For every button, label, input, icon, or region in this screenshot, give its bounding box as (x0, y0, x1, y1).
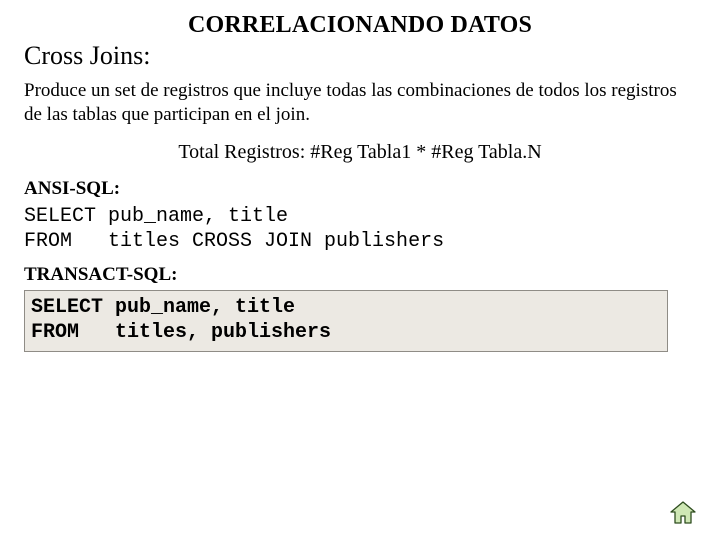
ansi-sql-code: SELECT pub_name, title FROM titles CROSS… (24, 204, 698, 254)
total-records-formula: Total Registros: #Reg Tabla1 * #Reg Tabl… (22, 141, 698, 164)
description-text: Produce un set de registros que incluye … (24, 79, 688, 127)
slide: CORRELACIONANDO DATOS Cross Joins: Produ… (0, 0, 720, 540)
ansi-sql-label: ANSI-SQL: (24, 178, 698, 200)
page-title: CORRELACIONANDO DATOS (22, 12, 698, 39)
home-icon (668, 500, 698, 526)
transact-sql-code: SELECT pub_name, title FROM titles, publ… (31, 295, 661, 345)
home-button[interactable] (668, 500, 698, 526)
section-heading: Cross Joins: (24, 41, 698, 71)
transact-sql-label: TRANSACT-SQL: (24, 264, 698, 286)
transact-sql-code-box: SELECT pub_name, title FROM titles, publ… (24, 290, 668, 352)
